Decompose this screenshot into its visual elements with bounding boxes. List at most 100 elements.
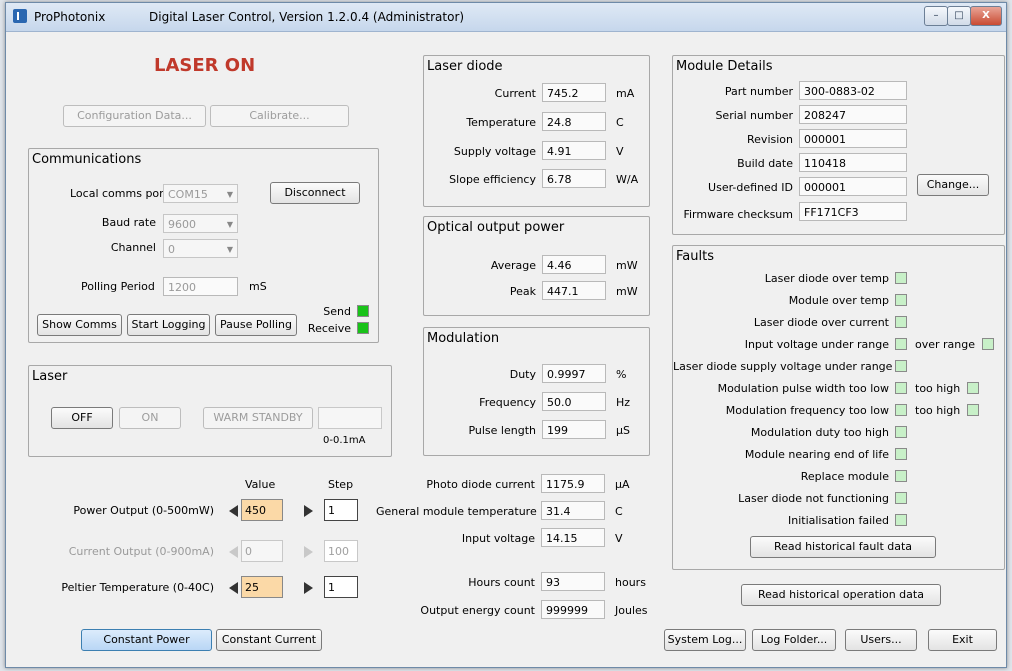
laser-current-field — [318, 407, 382, 429]
laser-diode-title: Laser diode — [427, 59, 503, 74]
system-log-button[interactable]: System Log... — [664, 629, 746, 651]
supply-voltage-label: Supply voltage — [453, 145, 536, 158]
send-indicator — [357, 305, 369, 317]
average-power-label: Average — [490, 259, 536, 272]
polling-unit: mS — [249, 280, 267, 293]
supply-voltage-unit: V — [616, 145, 624, 158]
warm-standby-button[interactable]: WARM STANDBY — [203, 407, 313, 429]
read-operation-data-button[interactable]: Read historical operation data — [741, 584, 941, 606]
fault-label: Laser diode over current — [753, 316, 889, 329]
increase-arrow-icon[interactable] — [304, 582, 313, 594]
faults-group: Faults Laser diode over temp Module over… — [672, 245, 1005, 570]
app-name: ProPhotonix — [34, 10, 106, 24]
window-title: Digital Laser Control, Version 1.2.0.4 (… — [149, 10, 465, 24]
laser-on-button[interactable]: ON — [119, 407, 181, 429]
title-bar: ProPhotonix Digital Laser Control, Versi… — [6, 3, 1006, 32]
laser-off-button[interactable]: OFF — [51, 407, 113, 429]
laser-group-title: Laser — [32, 369, 68, 384]
exit-button[interactable]: Exit — [928, 629, 997, 651]
minimize-button[interactable]: – — [924, 6, 948, 26]
constant-current-button[interactable]: Constant Current — [216, 629, 322, 651]
general-module-temp-unit: C — [615, 505, 623, 518]
polling-period-input[interactable]: 1200 — [163, 277, 238, 296]
frequency-unit: Hz — [616, 396, 631, 409]
general-module-temp-value: 31.4 — [541, 501, 605, 520]
faults-title: Faults — [676, 249, 714, 264]
module-details-group: Module Details Part number 300-0883-02 S… — [672, 55, 1005, 235]
fault-label: Replace module — [800, 470, 889, 483]
users-button[interactable]: Users... — [845, 629, 917, 651]
receive-indicator — [357, 322, 369, 334]
fault-label: Input voltage under range — [744, 338, 889, 351]
fault-indicator — [895, 294, 907, 306]
current-step-input[interactable]: 100 — [324, 540, 358, 562]
decrease-arrow-icon[interactable] — [229, 546, 238, 558]
fault-label: Modulation frequency too low — [725, 404, 889, 417]
show-comms-button[interactable]: Show Comms — [37, 314, 122, 336]
read-fault-data-button[interactable]: Read historical fault data — [750, 536, 936, 558]
polling-period-label: Polling Period — [81, 280, 155, 293]
increase-arrow-icon[interactable] — [304, 546, 313, 558]
decrease-arrow-icon[interactable] — [229, 505, 238, 517]
optical-power-group: Optical output power Average 4.46 mW Pea… — [423, 216, 650, 316]
fault-label: too high — [915, 404, 961, 417]
local-comms-port-label: Local comms port — [70, 187, 168, 200]
communications-group: Communications Local comms port COM15 ▼ D… — [28, 148, 379, 343]
fault-indicator — [895, 492, 907, 504]
optical-power-title: Optical output power — [427, 220, 565, 235]
calibrate-button[interactable]: Calibrate... — [210, 105, 349, 127]
fault-label: Modulation pulse width too low — [717, 382, 889, 395]
power-step-input[interactable]: 1 — [324, 499, 358, 521]
input-voltage-unit: V — [615, 532, 623, 545]
increase-arrow-icon[interactable] — [304, 505, 313, 517]
pulse-length-unit: µS — [616, 424, 630, 437]
firmware-checksum-label: Firmware checksum — [683, 208, 793, 221]
fault-label: over range — [915, 338, 976, 351]
input-voltage-label: Input voltage — [461, 532, 535, 545]
fault-label: Module over temp — [788, 294, 889, 307]
disconnect-button[interactable]: Disconnect — [270, 182, 360, 204]
build-date-value: 110418 — [799, 153, 907, 172]
serial-number-value: 208247 — [799, 105, 907, 124]
baud-rate-value: 9600 — [168, 218, 196, 231]
peltier-temp-input[interactable]: 25 — [241, 576, 283, 598]
photo-diode-current-label: Photo diode current — [426, 478, 535, 491]
power-output-input[interactable]: 450 — [241, 499, 283, 521]
maximize-button[interactable]: □ — [947, 6, 971, 26]
modulation-title: Modulation — [427, 331, 500, 346]
fault-label: Initialisation failed — [787, 514, 889, 527]
constant-power-button[interactable]: Constant Power — [81, 629, 212, 651]
frequency-label: Frequency — [479, 396, 536, 409]
peltier-step-input[interactable]: 1 — [324, 576, 358, 598]
start-logging-button[interactable]: Start Logging — [127, 314, 210, 336]
chevron-down-icon: ▼ — [226, 190, 233, 199]
step-header: Step — [328, 478, 354, 491]
fault-indicator — [895, 272, 907, 284]
baud-rate-select[interactable]: 9600 ▼ — [163, 214, 238, 233]
pause-polling-button[interactable]: Pause Polling — [215, 314, 297, 336]
send-label: Send — [323, 305, 351, 318]
change-id-button[interactable]: Change... — [917, 174, 989, 196]
comms-port-select[interactable]: COM15 ▼ — [163, 184, 238, 203]
diode-current-value: 745.2 — [542, 83, 606, 102]
slope-efficiency-label: Slope efficiency — [449, 173, 536, 186]
log-folder-button[interactable]: Log Folder... — [752, 629, 836, 651]
channel-select[interactable]: 0 ▼ — [163, 239, 238, 258]
close-button[interactable]: X — [970, 6, 1002, 26]
fault-label: Laser diode over temp — [764, 272, 889, 285]
average-power-value: 4.46 — [542, 255, 606, 274]
firmware-checksum-value: FF171CF3 — [799, 202, 907, 221]
current-output-input[interactable]: 0 — [241, 540, 283, 562]
fault-indicator — [895, 470, 907, 482]
decrease-arrow-icon[interactable] — [229, 582, 238, 594]
photo-diode-current-value: 1175.9 — [541, 474, 605, 493]
peak-power-unit: mW — [616, 285, 638, 298]
output-energy-label: Output energy count — [420, 604, 535, 617]
diode-temp-label: Temperature — [466, 116, 536, 129]
build-date-label: Build date — [737, 157, 793, 170]
pulse-length-value: 199 — [542, 420, 606, 439]
frequency-value: 50.0 — [542, 392, 606, 411]
channel-label: Channel — [110, 241, 156, 254]
configuration-data-button[interactable]: Configuration Data... — [63, 105, 206, 127]
comms-port-value: COM15 — [168, 188, 208, 201]
